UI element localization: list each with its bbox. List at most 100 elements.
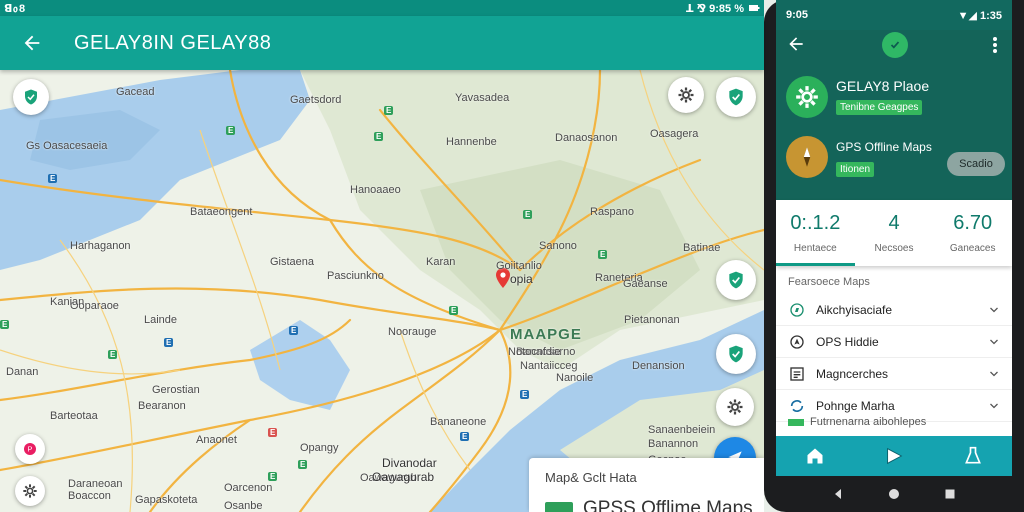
map-label: Bearanon — [138, 400, 186, 412]
verify-button[interactable] — [716, 77, 756, 117]
map-label: Hannenbe — [446, 136, 497, 148]
bottom-nav — [776, 436, 1012, 476]
info-card-title: GPSS Offlime Maps — [583, 498, 753, 512]
map-label: Batinae — [683, 242, 721, 254]
map-label: Bananeone — [430, 416, 487, 428]
road-shield: E — [268, 428, 278, 437]
stat-label: Hentaece — [793, 243, 837, 254]
settings-button-top[interactable] — [668, 77, 704, 113]
list-item-label: OPS Hiddie — [816, 334, 879, 349]
section-title: Fearsoece Maps — [788, 276, 870, 288]
map-label: Sanaenbeiein — [648, 424, 716, 436]
chevron-down-icon — [990, 403, 998, 408]
nav-back-icon[interactable] — [832, 488, 844, 500]
app2-name: GPS Offline Maps — [836, 140, 932, 154]
stats-row: 0:.1.2 Hentaece 4 Necsoes 6.70 Ganeaces — [776, 200, 1012, 266]
back-arrow-icon — [24, 35, 40, 51]
layers-button[interactable] — [13, 79, 49, 115]
list-icon — [788, 365, 806, 383]
back-button[interactable] — [17, 28, 47, 58]
list-item-label: Magncerches — [816, 366, 889, 381]
list-item-label: Aikchyisaciafe — [816, 302, 893, 317]
map-label: Barteotaa — [50, 410, 98, 422]
navigation-icon — [788, 333, 806, 351]
status-bar: ꓭ᥆8 ꓕ ⅋ 9:85 % — [0, 0, 764, 16]
gear-icon — [727, 399, 743, 415]
phone-mockup: 9:05 ▼◢ 1:35 GELAY8 Plaoe Tenibne Geagpe… — [764, 0, 1024, 512]
list-item[interactable]: OPS Hiddie — [776, 326, 1012, 358]
map-label: Gaeanse — [623, 278, 668, 290]
protect-button[interactable] — [716, 260, 756, 300]
mini-badge — [788, 418, 804, 426]
road-shield: E — [48, 174, 58, 183]
phone-back-button[interactable] — [786, 34, 806, 59]
road-shield: E — [374, 132, 384, 141]
more-options-button[interactable] — [990, 36, 1000, 59]
list-item[interactable]: Aikchyisaciafe — [776, 294, 1012, 326]
map-label: Karan — [426, 256, 456, 268]
stat-value: 0:.1.2 — [790, 212, 841, 234]
pin-button[interactable]: P — [15, 434, 45, 464]
map-label: Oarcenon — [224, 482, 273, 494]
stat-label: Ganeaces — [949, 243, 996, 254]
nav-home[interactable] — [776, 436, 855, 476]
safety-button[interactable] — [716, 334, 756, 374]
map-label: Raspano — [590, 206, 635, 218]
settings-button[interactable] — [716, 388, 754, 426]
place-icon: P — [24, 443, 36, 455]
map-label: Daraneoan — [68, 478, 123, 490]
map-label: Osanbe — [224, 500, 263, 512]
road-shield: E — [598, 250, 608, 259]
nav-recents-icon[interactable] — [944, 488, 956, 500]
map-label: Harhaganon — [70, 240, 131, 252]
map-label: Kanian — [50, 296, 85, 308]
map-label: Gerostian — [152, 384, 200, 396]
map-settings-button[interactable] — [15, 476, 45, 506]
home-icon — [807, 448, 823, 464]
status-right-text: ꓕ ⅋ 9:85 % — [685, 2, 744, 15]
map-label: Gistaena — [270, 256, 315, 268]
stat-tab-2[interactable]: 4 Necsoes — [855, 200, 934, 266]
phone-time: 9:05 — [786, 9, 809, 21]
road-shield: E — [520, 390, 530, 399]
map-label: Pietanonan — [624, 314, 680, 326]
map-view[interactable]: Gacead Gaetsdord Yavasadea Oasagera Gs O… — [0, 70, 764, 512]
road-shield: E — [268, 472, 278, 481]
app-bar: GELAY8IN GELAY88 — [0, 16, 764, 70]
app1-name: GELAY8 Plaoe — [836, 78, 930, 94]
info-card-subtitle: Map& Gclt Hata — [545, 470, 637, 485]
road-shield: E — [289, 326, 299, 335]
info-card[interactable]: Map& Gclt Hata GPSS Offlime Maps — [529, 458, 764, 512]
chevron-down-icon — [990, 307, 998, 312]
map-label: Oasagera — [650, 128, 699, 140]
map-label: Danan — [6, 366, 39, 378]
nav-play[interactable] — [855, 436, 934, 476]
list-item-label: Pohnge Marha — [816, 398, 895, 413]
sub-text: Futrnenarna aibohlepes — [810, 416, 927, 428]
compass-icon — [788, 301, 806, 319]
app2-action-button[interactable]: Scadio — [947, 152, 1005, 176]
gear-icon — [23, 484, 37, 498]
nav-lab[interactable] — [933, 436, 1012, 476]
compass-app-icon — [786, 136, 828, 178]
stat-value: 4 — [888, 212, 900, 234]
center-sub-2: Nantaiicceg — [520, 360, 578, 372]
gear-icon — [678, 87, 694, 103]
phone-screen: 9:05 ▼◢ 1:35 GELAY8 Plaoe Tenibne Geagpe… — [776, 0, 1012, 476]
page-title: GELAY8IN GELAY88 — [74, 31, 272, 54]
shield-check-icon — [729, 88, 743, 106]
sub-text-row: Futrnenarna aibohlepes — [788, 416, 926, 428]
stat-value: 6.70 — [953, 212, 993, 234]
map-label: Denansion — [632, 360, 685, 372]
map-label: Anaonet — [196, 434, 237, 446]
nav-home-icon[interactable] — [888, 488, 900, 500]
more-vert-icon — [993, 37, 997, 53]
map-label: Gaetsdord — [290, 94, 342, 106]
svg-text:P: P — [28, 445, 33, 454]
chevron-down-icon — [990, 339, 998, 344]
stat-tab-3[interactable]: 6.70 Ganeaces — [933, 200, 1012, 266]
list-item[interactable]: Magncerches — [776, 358, 1012, 390]
stat-tab-1[interactable]: 0:.1.2 Hentaece — [776, 200, 855, 266]
map-label: Gapaskoteta — [135, 494, 198, 506]
shield-check-icon — [25, 89, 37, 105]
